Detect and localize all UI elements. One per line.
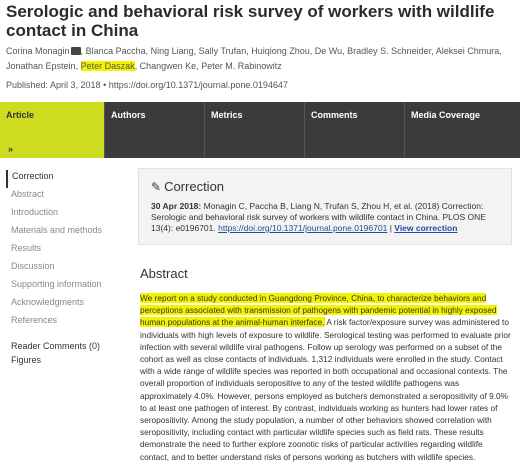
author-link-highlighted[interactable]: Peter Daszak — [80, 61, 135, 71]
tab-label: Metrics — [211, 110, 243, 120]
correction-doi-link[interactable]: https://doi.org/10.1371/journal.pone.019… — [218, 223, 387, 233]
correction-separator: | — [389, 223, 392, 233]
author-link[interactable]: Aleksei Chmura — [436, 46, 500, 56]
chevron-down-icon[interactable]: » — [8, 144, 13, 154]
tab-label: Authors — [111, 110, 146, 120]
tab-media-coverage[interactable]: Media Coverage — [404, 102, 520, 158]
publication-info: Published: April 3, 2018 • https://doi.o… — [6, 80, 288, 90]
abstract-text: We report on a study conducted in Guangd… — [140, 292, 512, 463]
tab-label: Media Coverage — [411, 110, 481, 120]
sidebar-item-acknowledgments[interactable]: Acknowledgments — [6, 296, 126, 314]
author-link[interactable]: Blanca Paccha — [86, 46, 146, 56]
tab-authors[interactable]: Authors — [104, 102, 204, 158]
article-nav-sidebar: Correction Abstract Introduction Materia… — [6, 170, 126, 368]
pen-icon: ✎ — [151, 180, 162, 194]
article-title: Serologic and behavioral risk survey of … — [6, 2, 495, 40]
tab-label: Article — [6, 110, 35, 120]
correction-citation: 30 Apr 2018: Monagin C, Paccha B, Liang … — [151, 201, 499, 234]
correction-notice: ✎ Correction 30 Apr 2018: Monagin C, Pacc… — [138, 168, 512, 245]
email-icon[interactable] — [70, 47, 81, 55]
view-correction-link[interactable]: View correction — [394, 223, 457, 233]
tab-article[interactable]: Article » — [0, 102, 104, 158]
author-link[interactable]: Corina Monagin — [6, 46, 70, 56]
sidebar-item-introduction[interactable]: Introduction — [6, 206, 126, 224]
sidebar-item-abstract[interactable]: Abstract — [6, 188, 126, 206]
sidebar-item-correction[interactable]: Correction — [6, 170, 126, 188]
article-tab-bar: Article » Authors Metrics Comments Media… — [0, 102, 520, 158]
author-link[interactable]: Sally Trufan — [199, 46, 247, 56]
correction-heading-text: Correction — [164, 179, 225, 194]
tab-metrics[interactable]: Metrics — [204, 102, 304, 158]
author-link[interactable]: Huiqiong Zhou — [251, 46, 310, 56]
author-link[interactable]: Peter M. Rabinowitz — [201, 61, 282, 71]
abstract-heading: Abstract — [140, 266, 188, 281]
published-date: Published: April 3, 2018 — [6, 80, 101, 90]
tab-label: Comments — [311, 110, 358, 120]
sidebar-item-references[interactable]: References — [6, 314, 126, 332]
tab-comments[interactable]: Comments — [304, 102, 404, 158]
sidebar-item-discussion[interactable]: Discussion — [6, 260, 126, 278]
author-link[interactable]: Ning Liang — [151, 46, 194, 56]
sidebar-item-materials-and-methods[interactable]: Materials and methods — [6, 224, 126, 242]
doi-link[interactable]: https://doi.org/10.1371/journal.pone.019… — [109, 80, 288, 90]
author-link[interactable]: Changwen Ke — [140, 61, 197, 71]
abstract-body-text: A risk factor/exposure survey was admini… — [140, 317, 511, 462]
sidebar-item-figures[interactable]: Figures — [6, 354, 126, 368]
sidebar-item-supporting-information[interactable]: Supporting information — [6, 278, 126, 296]
author-link[interactable]: Jonathan Epstein — [6, 61, 76, 71]
author-link[interactable]: De Wu — [315, 46, 342, 56]
correction-heading: ✎ Correction — [151, 179, 499, 194]
sidebar-item-results[interactable]: Results — [6, 242, 126, 260]
sidebar-divider — [6, 332, 126, 340]
author-list: Corina Monagin, Blanca Paccha, Ning Lian… — [6, 46, 502, 71]
author-link[interactable]: Bradley S. Schneider — [347, 46, 431, 56]
correction-date: 30 Apr 2018: — [151, 201, 202, 211]
sidebar-item-reader-comments[interactable]: Reader Comments (0) — [6, 340, 126, 354]
